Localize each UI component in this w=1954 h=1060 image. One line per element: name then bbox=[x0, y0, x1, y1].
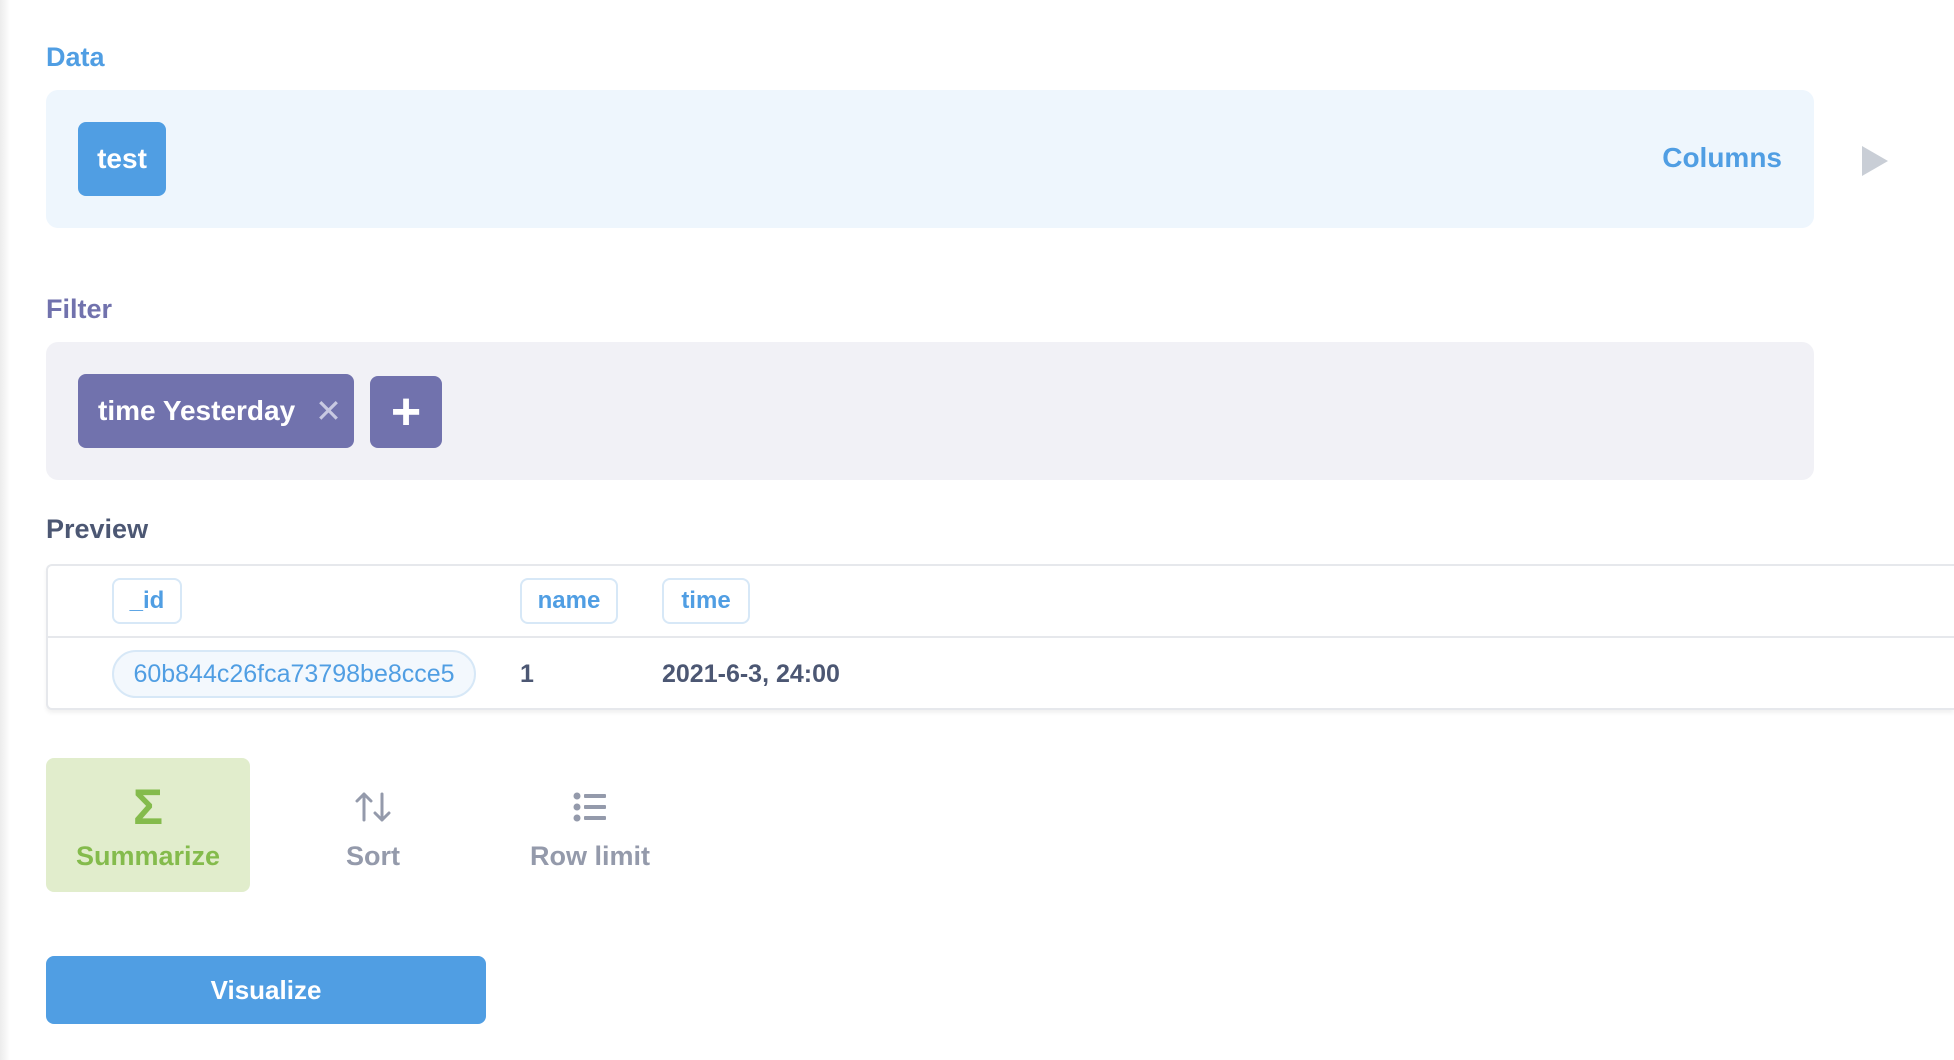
name-cell: 1 bbox=[520, 659, 534, 688]
row-limit-button[interactable]: Row limit bbox=[516, 758, 664, 892]
preview-table: _id name time 60b844c26fca73798be8cce5 1… bbox=[46, 564, 1954, 710]
columns-link[interactable]: Columns bbox=[1662, 142, 1782, 174]
filter-section-label: Filter bbox=[46, 294, 113, 324]
data-section-label: Data bbox=[46, 42, 105, 72]
filter-pill[interactable]: time Yesterday ✕ bbox=[78, 374, 354, 448]
column-header-id[interactable]: _id bbox=[112, 578, 182, 624]
play-icon[interactable] bbox=[1862, 146, 1888, 176]
filter-pill-label: time Yesterday bbox=[98, 395, 296, 426]
sort-label: Sort bbox=[346, 840, 400, 871]
id-cell[interactable]: 60b844c26fca73798be8cce5 bbox=[112, 650, 476, 698]
add-filter-button[interactable]: + bbox=[370, 376, 442, 448]
table-pill[interactable]: test bbox=[78, 122, 166, 196]
column-header-time[interactable]: time bbox=[662, 578, 750, 624]
data-panel: test Columns bbox=[46, 90, 1814, 228]
row-limit-label: Row limit bbox=[530, 840, 650, 871]
sort-arrows-icon bbox=[355, 792, 391, 821]
close-icon[interactable]: ✕ bbox=[315, 392, 342, 430]
column-header-name[interactable]: name bbox=[520, 578, 618, 624]
plus-icon: + bbox=[390, 383, 422, 441]
left-edge-shadow bbox=[0, 0, 10, 1060]
preview-section-label: Preview bbox=[46, 514, 149, 544]
visualize-button[interactable]: Visualize bbox=[46, 956, 486, 1024]
table-header-row: _id name time bbox=[48, 566, 1954, 638]
summarize-button[interactable]: Σ Summarize bbox=[46, 758, 250, 892]
summarize-label: Summarize bbox=[75, 840, 221, 871]
time-cell: 2021-6-3, 24:00 bbox=[662, 659, 840, 688]
sigma-icon: Σ bbox=[132, 778, 163, 835]
filter-panel: time Yesterday ✕ + bbox=[46, 342, 1814, 480]
list-icon bbox=[573, 792, 606, 821]
table-row: 60b844c26fca73798be8cce5 1 2021-6-3, 24:… bbox=[48, 638, 1954, 710]
sort-button[interactable]: Sort bbox=[320, 758, 426, 892]
